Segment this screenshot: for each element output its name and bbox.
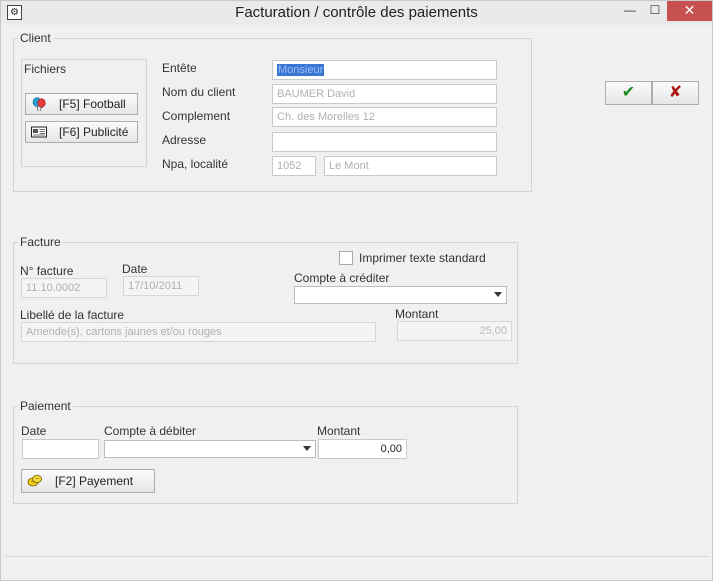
payement-button[interactable]: [F2] Payement: [21, 469, 155, 493]
maximize-button[interactable]: ☐: [644, 1, 666, 21]
no-facture-field[interactable]: 11.10.0002: [21, 278, 107, 298]
paiement-montant-field[interactable]: 0,00: [318, 439, 407, 459]
npa-field[interactable]: 1052: [272, 156, 316, 176]
nom-client-label: Nom du client: [162, 85, 236, 99]
compte-debiter-select[interactable]: [104, 440, 316, 458]
publicite-button-label: [F6] Publicité: [59, 125, 129, 139]
fichiers-label: Fichiers: [24, 62, 67, 76]
paiement-date-field[interactable]: [22, 439, 99, 459]
window-title: Facturation / contrôle des paiements: [235, 4, 478, 21]
coins-icon: [27, 474, 43, 488]
compte-crediter-label: Compte à créditer: [294, 271, 390, 285]
checkmark-icon: ✔: [621, 84, 636, 101]
complement-field[interactable]: Ch. des Morelles 12: [272, 107, 497, 127]
npa-localite-label: Npa, localité: [162, 157, 229, 171]
ok-button[interactable]: ✔: [605, 81, 652, 105]
facture-group: Facture Imprimer texte standard N° factu…: [13, 235, 518, 364]
complement-label: Complement: [162, 109, 231, 123]
no-facture-label: N° facture: [20, 264, 74, 278]
facture-montant-field[interactable]: 25,00: [397, 321, 512, 341]
title-bar: ⚙ Facturation / contrôle des paiements —…: [1, 1, 712, 25]
close-button[interactable]: ✕: [667, 1, 712, 21]
chevron-down-icon: [494, 292, 502, 297]
compte-debiter-label: Compte à débiter: [104, 424, 197, 438]
imprimer-checkbox[interactable]: [339, 251, 353, 265]
paiement-group: Paiement Date Compte à débiter Montant 0…: [13, 399, 518, 504]
facture-montant-label: Montant: [395, 307, 439, 321]
libelle-field[interactable]: Amende(s), cartons jaunes et/ou rouges: [21, 322, 376, 342]
imprimer-label: Imprimer texte standard: [359, 251, 486, 265]
facture-date-field[interactable]: 17/10/2011: [123, 276, 199, 296]
cancel-button[interactable]: ✘: [652, 81, 699, 105]
entete-field[interactable]: Monsieur: [272, 60, 497, 80]
adresse-label: Adresse: [162, 133, 207, 147]
compte-crediter-select[interactable]: [294, 286, 507, 304]
paiement-date-label: Date: [21, 424, 47, 438]
client-legend: Client: [18, 31, 53, 45]
fichiers-group: Fichiers [F5] Football [F6] Publicité: [21, 59, 147, 167]
payement-button-label: [F2] Payement: [55, 474, 134, 488]
facture-date-label: Date: [122, 262, 148, 276]
app-window: ⚙ Facturation / contrôle des paiements —…: [0, 0, 713, 581]
adresse-field[interactable]: [272, 132, 497, 152]
libelle-label: Libellé de la facture: [20, 308, 125, 322]
newspaper-icon: [31, 125, 47, 139]
cross-icon: ✘: [668, 84, 683, 101]
minimize-button[interactable]: —: [618, 1, 642, 21]
paiement-legend: Paiement: [18, 399, 73, 413]
balloons-icon: [31, 97, 47, 112]
entete-label: Entête: [162, 61, 197, 75]
status-bar: [5, 556, 710, 578]
paiement-montant-label: Montant: [317, 424, 361, 438]
football-button-label: [F5] Football: [59, 97, 126, 111]
football-button[interactable]: [F5] Football: [25, 93, 138, 115]
localite-field[interactable]: Le Mont: [324, 156, 497, 176]
client-group: Client Fichiers [F5] Football [F6] Publi…: [13, 31, 532, 192]
publicite-button[interactable]: [F6] Publicité: [25, 121, 138, 143]
nom-client-field[interactable]: BAUMER David: [272, 84, 497, 104]
chevron-down-icon: [303, 446, 311, 451]
facture-legend: Facture: [18, 235, 63, 249]
entete-value: Monsieur: [277, 64, 325, 76]
